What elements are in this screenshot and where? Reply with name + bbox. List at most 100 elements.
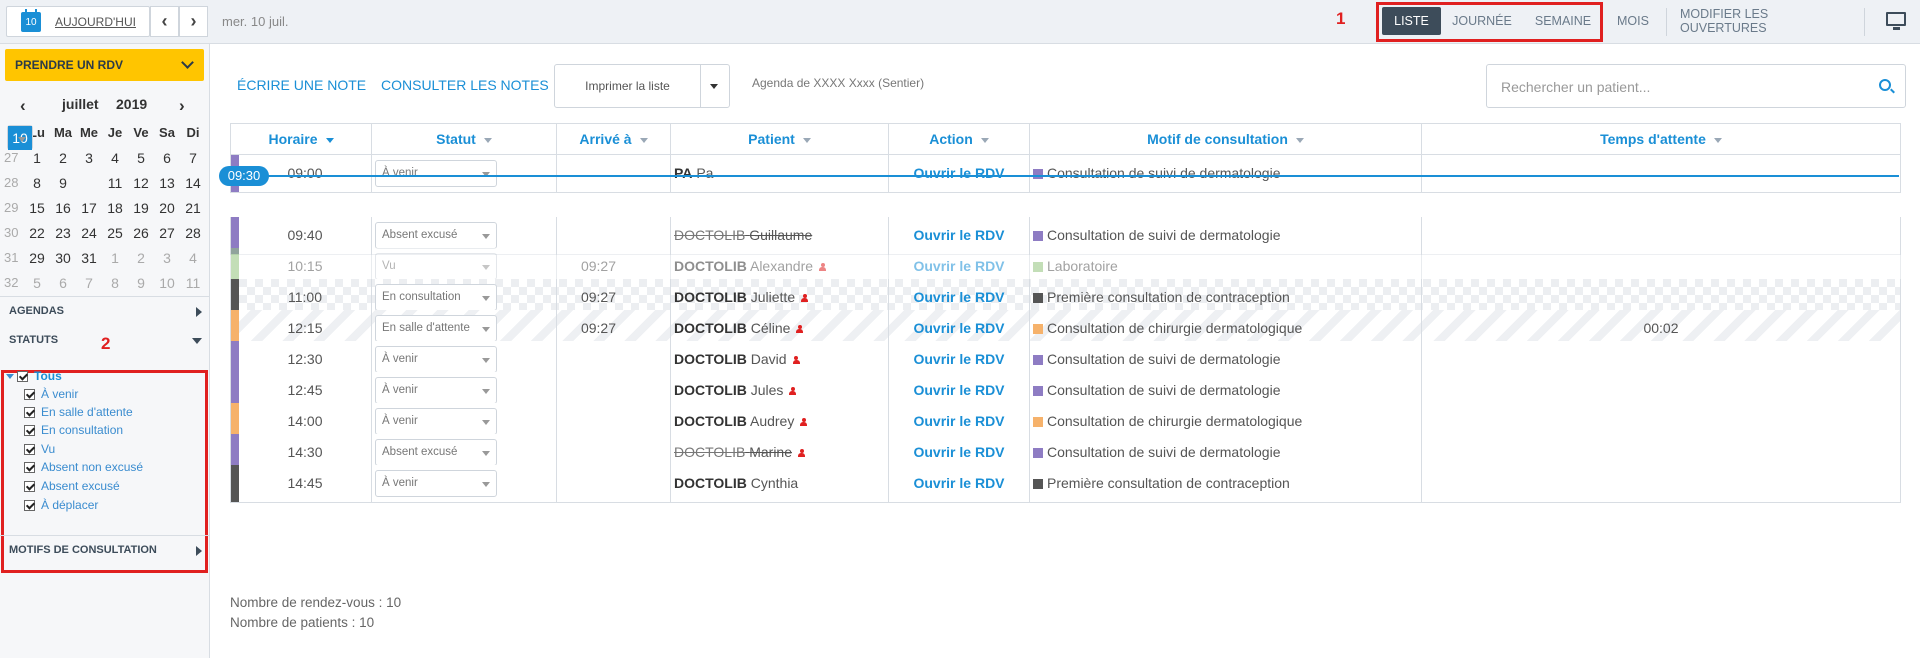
view-tab-liste[interactable]: LISTE (1382, 7, 1441, 35)
calendar-day[interactable]: 2 (50, 145, 76, 170)
caret-down-icon[interactable] (710, 84, 718, 89)
status-filter-absent-non-excuse[interactable]: Absent non excusé (24, 459, 143, 475)
status-filter-a-deplacer[interactable]: À déplacer (24, 497, 98, 513)
checkbox[interactable] (17, 370, 28, 382)
status-select[interactable]: À venir (375, 346, 497, 373)
calendar-day[interactable]: 26 (128, 220, 154, 245)
patient-name[interactable]: DOCTOLIB David (674, 351, 787, 367)
calendar-day[interactable]: 22 (24, 220, 50, 245)
print-list-dropdown[interactable]: Imprimer la liste (554, 64, 730, 108)
patient-name[interactable]: DOCTOLIB Jules (674, 382, 783, 398)
view-tab-journee[interactable]: JOURNÉE (1446, 7, 1518, 35)
calendar-day[interactable]: 17 (76, 195, 102, 220)
patient-name[interactable]: DOCTOLIB Juliette (674, 289, 795, 305)
print-list-button[interactable]: Imprimer la liste (555, 65, 701, 107)
checkbox[interactable] (24, 461, 35, 473)
view-tab-mois[interactable]: MOIS (1610, 7, 1656, 35)
status-filter-vu[interactable]: Vu (24, 441, 55, 457)
status-select[interactable]: En consultation (375, 284, 497, 311)
calendar-day[interactable]: 5 (24, 270, 50, 295)
header-action[interactable]: Action (889, 124, 1030, 154)
checkbox[interactable] (24, 499, 35, 511)
status-select[interactable]: À venir (375, 470, 497, 497)
take-appointment-button[interactable]: PRENDRE UN RDV (5, 49, 204, 81)
today-button[interactable]: 10 AUJOURD'HUI (6, 6, 150, 37)
patient-name[interactable]: DOCTOLIB Audrey (674, 413, 794, 429)
checkbox[interactable] (24, 443, 35, 455)
calendar-day[interactable]: 9 (50, 170, 76, 195)
calendar-year[interactable]: 2019 (116, 96, 147, 112)
motifs-section[interactable]: MOTIFS DE CONSULTATION (0, 535, 210, 563)
calendar-day[interactable]: 7 (180, 145, 206, 170)
calendar-day[interactable]: 1 (102, 245, 128, 270)
modify-openings-button[interactable]: MODIFIER LES OUVERTURES (1680, 7, 1856, 35)
view-notes-link[interactable]: CONSULTER LES NOTES (381, 77, 549, 93)
calendar-day[interactable]: 11 (102, 170, 128, 195)
patient-search[interactable]: Rechercher un patient... (1486, 64, 1906, 108)
calendar-day[interactable]: 24 (76, 220, 102, 245)
status-select[interactable]: En salle d'attente (375, 315, 497, 342)
write-note-link[interactable]: ÉCRIRE UNE NOTE (237, 77, 366, 93)
calendar-day[interactable]: 4 (180, 245, 206, 270)
prev-day-button[interactable]: ‹ (150, 6, 179, 37)
search-input[interactable]: Rechercher un patient... (1501, 79, 1650, 95)
patient-name[interactable]: DOCTOLIB Guillaume (674, 227, 812, 243)
status-filter-salle-attente[interactable]: En salle d'attente (24, 404, 133, 420)
checkbox[interactable] (24, 406, 35, 418)
calendar-day[interactable]: 7 (76, 270, 102, 295)
status-select[interactable]: À venir (375, 377, 497, 404)
calendar-day[interactable]: 8 (24, 170, 50, 195)
monitor-icon[interactable] (1886, 12, 1906, 30)
patient-name[interactable]: PA Pa (674, 165, 713, 181)
patient-name[interactable]: DOCTOLIB Alexandre (674, 258, 813, 274)
calendar-day[interactable]: 16 (50, 195, 76, 220)
calendar-month[interactable]: juillet (62, 96, 99, 112)
calendar-day[interactable]: 11 (180, 270, 206, 295)
status-filter-en-consultation[interactable]: En consultation (24, 422, 123, 438)
header-motif[interactable]: Motif de consultation (1030, 124, 1422, 154)
calendar-day[interactable]: 3 (76, 145, 102, 170)
calendar-day[interactable]: 25 (102, 220, 128, 245)
header-arrive[interactable]: Arrivé à (557, 124, 671, 154)
calendar-day[interactable]: 27 (154, 220, 180, 245)
header-temps-attente[interactable]: Temps d'attente (1422, 124, 1900, 154)
status-filter-a-venir[interactable]: À venir (24, 386, 78, 402)
status-select[interactable]: À venir (375, 160, 497, 187)
calendar-day[interactable]: 12 (128, 170, 154, 195)
patient-name[interactable]: DOCTOLIB Cynthia (674, 475, 798, 491)
calendar-day[interactable]: 5 (128, 145, 154, 170)
calendar-day[interactable]: 13 (154, 170, 180, 195)
calendar-day[interactable]: 4 (102, 145, 128, 170)
calendar-day[interactable]: 20 (154, 195, 180, 220)
status-select[interactable]: À venir (375, 408, 497, 435)
header-patient[interactable]: Patient (671, 124, 889, 154)
open-appointment-link[interactable]: Ouvrir le RDV (889, 465, 1030, 502)
status-select[interactable]: Absent excusé (375, 439, 497, 466)
calendar-day[interactable]: 3 (154, 245, 180, 270)
search-icon[interactable] (1879, 79, 1891, 91)
calendar-day[interactable]: 10 (154, 270, 180, 295)
checkbox[interactable] (24, 424, 35, 436)
calendar-day[interactable]: 15 (24, 195, 50, 220)
calendar-day[interactable]: 21 (180, 195, 206, 220)
header-horaire[interactable]: Horaire (231, 124, 372, 154)
patient-name[interactable]: DOCTOLIB Céline (674, 320, 790, 336)
calendar-day[interactable]: 30 (50, 245, 76, 270)
status-filter-tous[interactable]: Tous (6, 368, 62, 384)
status-filter-absent-excuse[interactable]: Absent excusé (24, 478, 120, 494)
next-day-button[interactable]: › (179, 6, 208, 37)
calendar-day[interactable]: 6 (50, 270, 76, 295)
view-tab-semaine[interactable]: SEMAINE (1528, 7, 1598, 35)
calendar-day[interactable]: 14 (180, 170, 206, 195)
calendar-day[interactable]: 18 (102, 195, 128, 220)
calendar-day[interactable]: 23 (50, 220, 76, 245)
calendar-day[interactable]: 10 (7, 125, 33, 150)
calendar-day[interactable]: 9 (128, 270, 154, 295)
open-appointment-link[interactable]: Ouvrir le RDV (889, 155, 1030, 192)
calendar-day[interactable]: 6 (154, 145, 180, 170)
calendar-day[interactable]: 19 (128, 195, 154, 220)
header-statut[interactable]: Statut (372, 124, 557, 154)
calendar-day[interactable]: 31 (76, 245, 102, 270)
status-select[interactable]: Absent excusé (375, 222, 497, 249)
agendas-section[interactable]: AGENDAS (0, 296, 210, 324)
